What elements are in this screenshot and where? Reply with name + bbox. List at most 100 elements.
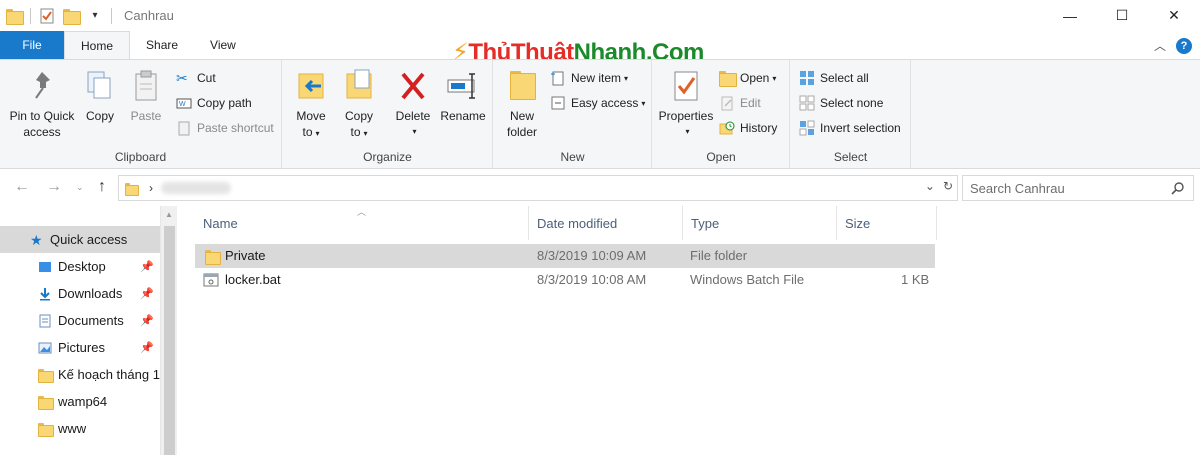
- new-folder-icon: [510, 70, 536, 102]
- folder-icon: [38, 422, 54, 438]
- nav-pane-scrollbar[interactable]: ▲: [160, 206, 177, 455]
- rename-button[interactable]: Rename: [439, 68, 487, 124]
- edit-button[interactable]: Edit: [719, 93, 761, 113]
- file-date: 8/3/2019 10:09 AM: [537, 248, 647, 263]
- pictures-icon: [38, 341, 52, 355]
- column-header-type[interactable]: Type: [683, 206, 837, 240]
- back-arrow-icon[interactable]: ←: [14, 178, 30, 196]
- paste-shortcut-button[interactable]: Paste shortcut: [176, 118, 274, 138]
- new-group-label: New: [560, 150, 585, 164]
- breadcrumb-path-blurred: [161, 182, 231, 194]
- history-button[interactable]: History: [719, 118, 777, 138]
- delete-button[interactable]: Delete ▾: [393, 68, 433, 140]
- up-arrow-icon[interactable]: ↑: [98, 178, 106, 196]
- properties-icon: [668, 68, 704, 104]
- pin-icon: [24, 68, 60, 104]
- new-group: New folder New item ▾ Easy access ▾ New: [494, 60, 652, 168]
- select-none-button[interactable]: Select none: [799, 93, 883, 113]
- column-header-size[interactable]: Size: [837, 206, 937, 240]
- delete-x-icon: [395, 68, 431, 104]
- scrollbar-thumb[interactable]: [164, 226, 175, 455]
- recent-locations-chevron-icon[interactable]: ⌄: [76, 182, 84, 193]
- search-icon[interactable]: [1171, 181, 1185, 198]
- select-group: Select all Select none Invert selection …: [791, 60, 911, 168]
- column-header-name[interactable]: Name: [195, 206, 529, 240]
- pin-icon[interactable]: 📌: [140, 341, 154, 354]
- invert-selection-button[interactable]: Invert selection: [799, 118, 901, 138]
- close-button[interactable]: ✕: [1148, 0, 1200, 31]
- quick-access-toolbar: ▾: [0, 0, 120, 31]
- open-button[interactable]: Open ▾: [719, 68, 776, 88]
- customize-dropdown-icon[interactable]: ▾: [87, 8, 103, 24]
- file-row-private[interactable]: Private 8/3/2019 10:09 AM File folder: [195, 244, 935, 268]
- move-to-icon: [293, 68, 329, 104]
- pin-to-quick-access-button[interactable]: Pin to Quick access: [6, 68, 78, 140]
- edit-icon: [719, 95, 735, 111]
- file-type: File folder: [690, 248, 748, 263]
- tab-share[interactable]: Share: [130, 31, 194, 59]
- tab-view[interactable]: View: [194, 31, 252, 59]
- new-item-button[interactable]: New item ▾: [550, 68, 628, 88]
- nav-item-documents[interactable]: Documents 📌: [0, 307, 160, 334]
- copy-to-icon: [341, 68, 377, 104]
- nav-item-pictures[interactable]: Pictures 📌: [0, 334, 160, 361]
- organize-group-label: Organize: [363, 150, 412, 164]
- nav-item-downloads[interactable]: Downloads 📌: [0, 280, 160, 307]
- address-bar[interactable]: › ⌄ ↻: [118, 175, 958, 201]
- search-input[interactable]: Search Canhrau: [970, 181, 1065, 196]
- copy-to-button[interactable]: Copy to ▾: [339, 68, 379, 142]
- copy-path-button[interactable]: W Copy path: [176, 93, 252, 113]
- folder-icon[interactable]: [6, 8, 24, 25]
- folder-icon: [38, 368, 54, 384]
- folder-icon: [205, 249, 221, 265]
- paste-button[interactable]: Paste: [126, 68, 166, 124]
- ribbon: Pin to Quick access Copy Paste ✂ Cut W C…: [0, 59, 1200, 169]
- collapse-ribbon-icon[interactable]: ︿: [1154, 37, 1166, 54]
- window-title: Canhrau: [124, 8, 174, 23]
- new-folder-button[interactable]: New folder: [502, 68, 542, 140]
- clipboard-group-label: Clipboard: [114, 150, 167, 164]
- search-box[interactable]: Search Canhrau: [962, 175, 1194, 201]
- cut-button[interactable]: ✂ Cut: [176, 68, 216, 88]
- properties-button[interactable]: Properties ▾: [657, 68, 715, 140]
- refresh-icon[interactable]: ↻: [943, 179, 953, 193]
- pin-icon[interactable]: 📌: [140, 287, 154, 300]
- folder-icon: [38, 395, 54, 411]
- nav-item-wamp64[interactable]: wamp64: [0, 388, 160, 415]
- nav-item-quick-access[interactable]: ★ Quick access: [0, 226, 160, 253]
- maximize-button[interactable]: ☐: [1096, 0, 1148, 31]
- help-icon[interactable]: ?: [1176, 37, 1192, 54]
- nav-item-ke-hoach-thang[interactable]: Kế hoạch tháng 1: [0, 361, 160, 388]
- tab-file[interactable]: File: [0, 31, 64, 59]
- easy-access-button[interactable]: Easy access ▾: [550, 93, 645, 113]
- tab-home[interactable]: Home: [64, 31, 131, 59]
- scroll-up-arrow-icon[interactable]: ▲: [165, 210, 173, 219]
- nav-item-desktop[interactable]: Desktop 📌: [0, 253, 160, 280]
- address-dropdown-icon[interactable]: ⌄: [925, 179, 935, 193]
- folder-icon: [125, 182, 139, 197]
- nav-item-www[interactable]: www: [0, 415, 160, 442]
- select-all-button[interactable]: Select all: [799, 68, 869, 88]
- copy-button[interactable]: Copy: [82, 68, 118, 124]
- pin-icon[interactable]: 📌: [140, 314, 154, 327]
- paste-shortcut-icon: [176, 120, 192, 136]
- column-header-date-modified[interactable]: Date modified: [529, 206, 683, 240]
- pin-icon[interactable]: 📌: [140, 260, 154, 273]
- rename-icon: [445, 68, 481, 104]
- navigation-bar: ← → ⌄ ↑ › ⌄ ↻ Search Canhrau: [0, 170, 1200, 206]
- copy-path-icon: W: [176, 95, 192, 111]
- forward-arrow-icon[interactable]: →: [46, 178, 62, 196]
- star-icon: ★: [30, 231, 43, 248]
- file-name: locker.bat: [225, 272, 281, 287]
- breadcrumb-chevron-icon[interactable]: ›: [149, 181, 153, 195]
- documents-icon: [38, 314, 52, 328]
- new-folder-icon[interactable]: [63, 8, 81, 25]
- invert-selection-icon: [799, 120, 815, 136]
- file-type: Windows Batch File: [690, 272, 805, 287]
- window-controls: — ☐ ✕: [1044, 0, 1200, 31]
- move-to-button[interactable]: Move to ▾: [291, 68, 331, 142]
- file-date: 8/3/2019 10:08 AM: [537, 272, 647, 287]
- file-row-locker-bat[interactable]: locker.bat 8/3/2019 10:08 AM Windows Bat…: [195, 268, 935, 292]
- minimize-button[interactable]: —: [1044, 0, 1096, 31]
- properties-checkmark-icon[interactable]: [39, 8, 55, 24]
